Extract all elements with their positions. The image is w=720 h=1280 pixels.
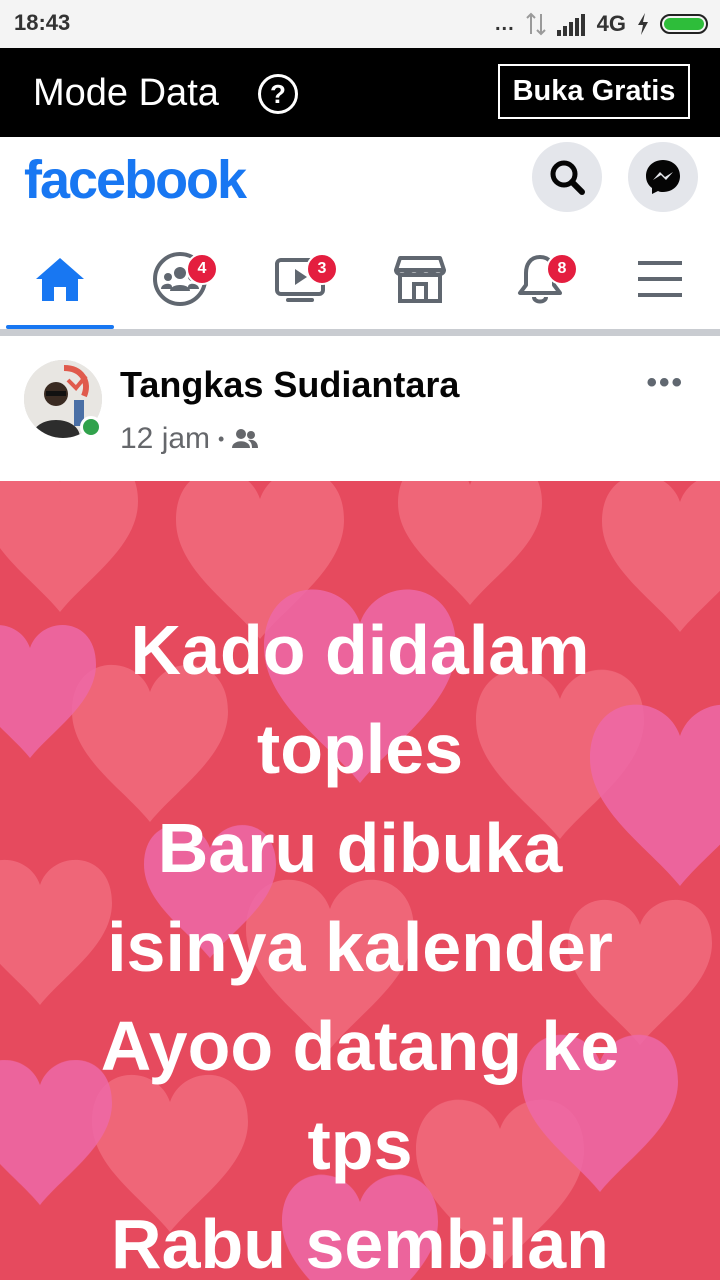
tab-home[interactable] [0,229,120,329]
shop-icon [394,256,446,303]
search-icon [550,160,585,195]
more-status-dots: ... [494,12,515,35]
help-icon[interactable]: ? [258,74,298,114]
charging-icon [638,13,648,35]
messenger-icon [646,160,680,194]
post-text-background: Kado didalam toples Baru dibuka isinya k… [0,481,720,1280]
status-bar: 18:43 ... 4G [0,0,720,48]
post-text: Kado didalam toples Baru dibuka isinya k… [0,601,720,1280]
post-text-line: Rabu sembilan [111,1205,609,1280]
notifications-badge: 8 [546,253,578,285]
post-text-line: Baru dibuka [157,809,563,887]
meta-separator: • [218,428,225,449]
facebook-logo[interactable]: facebook [24,149,247,211]
friends-icon [232,429,259,448]
tab-watch[interactable]: 3 [240,229,360,329]
app-header: facebook [0,137,720,229]
post-time[interactable]: 12 jam [120,422,210,456]
data-mode-bar: Mode Data ? Buka Gratis [0,48,720,137]
online-status-dot [80,416,102,438]
signal-icon [556,14,585,36]
post-author[interactable]: Tangkas Sudiantara [120,364,459,406]
post-header: Tangkas Sudiantara 12 jam • ••• [0,336,720,481]
tab-marketplace[interactable] [360,229,480,329]
post-text-line: toples [256,710,464,788]
post-text-line: tps [307,1106,413,1184]
post-text-line: isinya kalender [107,908,613,986]
post-more-options[interactable]: ••• [646,366,684,400]
home-icon [36,258,84,301]
status-icons: ... 4G [495,8,708,40]
status-time: 18:43 [14,10,71,35]
tab-notifications[interactable]: 8 [480,229,600,329]
open-free-button[interactable]: Buka Gratis [498,64,690,119]
network-type: 4G [596,11,626,36]
watch-badge: 3 [306,253,338,285]
feed-divider [0,329,720,336]
battery-level [664,18,704,30]
search-button[interactable] [532,142,602,212]
battery-icon [660,14,708,34]
hamburger-icon [638,261,682,297]
data-transfer-icon [525,12,546,36]
post-text-line: Ayoo datang ke [100,1007,620,1085]
tab-menu[interactable] [600,229,720,329]
messenger-button[interactable] [628,142,698,212]
post-meta: 12 jam • [120,422,259,456]
nav-tabs: 4 3 8 [0,229,720,329]
groups-badge: 4 [186,253,218,285]
post-text-line: Kado didalam [130,611,590,689]
tab-groups[interactable]: 4 [120,229,240,329]
data-mode-title: Mode Data [33,72,219,114]
